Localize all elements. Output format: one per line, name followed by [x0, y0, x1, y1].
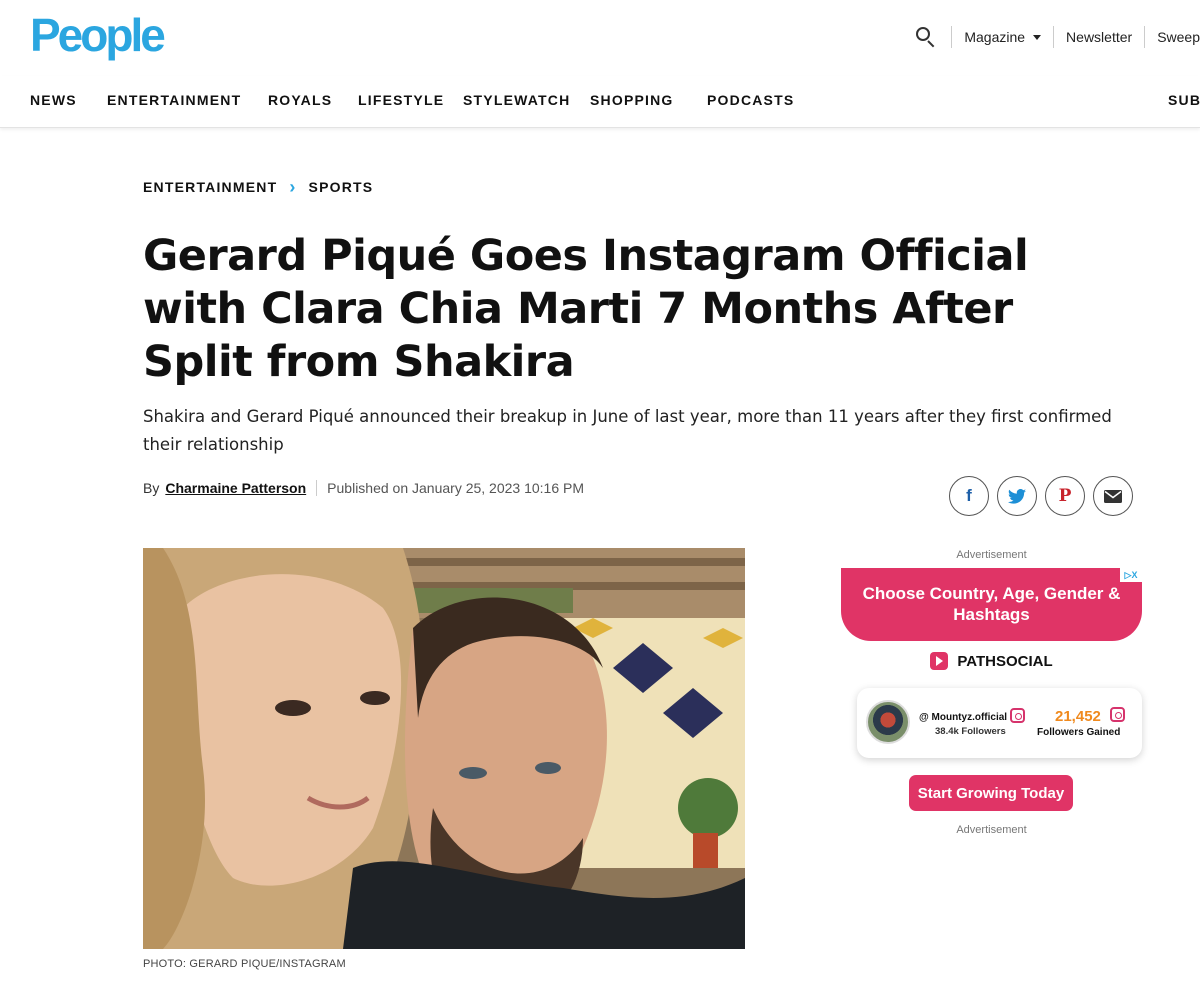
- caret-down-icon: [1033, 34, 1042, 40]
- adchoices-icon[interactable]: ▷X: [1120, 568, 1142, 582]
- ad-brand: PATHSOCIAL: [841, 652, 1142, 670]
- nav-news[interactable]: NEWS: [30, 92, 77, 108]
- share-email-button[interactable]: [1093, 476, 1133, 516]
- nav-subscribe[interactable]: SUB: [1168, 92, 1200, 108]
- photo-caption: PHOTO: GERARD PIQUE/INSTAGRAM: [143, 958, 346, 970]
- hero-photo: [143, 548, 745, 949]
- breadcrumb-entertainment[interactable]: ENTERTAINMENT: [143, 179, 277, 195]
- email-icon: [1104, 489, 1122, 503]
- ad-cta-button[interactable]: Start Growing Today: [909, 775, 1073, 811]
- twitter-icon: [1008, 488, 1026, 504]
- top-bar: People Magazine Newsletter Sweep: [0, 0, 1200, 76]
- nav-stylewatch[interactable]: STYLEWATCH: [463, 92, 570, 108]
- nav-entertainment[interactable]: ENTERTAINMENT: [107, 92, 241, 108]
- nav-royals[interactable]: ROYALS: [268, 92, 332, 108]
- nav-podcasts[interactable]: PODCASTS: [707, 92, 794, 108]
- avatar: [866, 700, 910, 744]
- ad-brand-name: PATHSOCIAL: [957, 652, 1053, 670]
- author-link[interactable]: Charmaine Patterson: [165, 480, 306, 496]
- pinterest-icon: P: [1058, 486, 1072, 506]
- top-right-links: Magazine Newsletter Sweep: [915, 22, 1200, 52]
- instagram-icon: [1010, 708, 1025, 723]
- magazine-label: Magazine: [964, 29, 1026, 45]
- breadcrumb-sports[interactable]: SPORTS: [309, 179, 374, 195]
- sweepstakes-link[interactable]: Sweep: [1145, 29, 1200, 45]
- search-icon[interactable]: [915, 26, 937, 48]
- main-nav: NEWS ENTERTAINMENT ROYALS LIFESTYLE STYL…: [0, 76, 1200, 128]
- newsletter-link[interactable]: Newsletter: [1054, 29, 1144, 45]
- ad-followers-gained-label: Followers Gained: [1037, 727, 1121, 738]
- couple-selfie-image: [143, 548, 745, 949]
- pathsocial-logo-icon: [930, 652, 949, 670]
- divider: [316, 480, 318, 496]
- ad-label-top: Advertisement: [956, 549, 1027, 561]
- article-headline: Gerard Piqué Goes Instagram Official wit…: [143, 231, 1029, 387]
- people-logo[interactable]: People: [30, 10, 166, 60]
- share-twitter-button[interactable]: [997, 476, 1037, 516]
- ad-label-bottom: Advertisement: [956, 824, 1027, 836]
- byline-prefix: By: [143, 480, 160, 496]
- ad-followers: 38.4k Followers: [935, 726, 1006, 737]
- magazine-menu[interactable]: Magazine: [952, 29, 1053, 45]
- publish-date: Published on January 25, 2023 10:16 PM: [327, 480, 585, 496]
- share-facebook-button[interactable]: f: [949, 476, 989, 516]
- chevron-right-icon: ›: [289, 177, 297, 197]
- nav-lifestyle[interactable]: LIFESTYLE: [358, 92, 444, 108]
- ad-headline[interactable]: Choose Country, Age, Gender & Hashtags: [841, 568, 1142, 641]
- ad-followers-gained-count: 21,452: [1055, 708, 1101, 725]
- facebook-icon: f: [966, 486, 972, 505]
- advertisement[interactable]: Choose Country, Age, Gender & Hashtags ▷…: [841, 568, 1142, 824]
- ad-handle: @ Mountyz.official: [919, 712, 1008, 723]
- ad-stat-card: @ Mountyz.official 38.4k Followers 21,45…: [857, 688, 1142, 758]
- breadcrumb: ENTERTAINMENT › SPORTS: [143, 177, 374, 197]
- nav-shopping[interactable]: SHOPPING: [590, 92, 674, 108]
- share-pinterest-button[interactable]: P: [1045, 476, 1085, 516]
- article-subheadline: Shakira and Gerard Piqué announced their…: [143, 407, 1112, 454]
- byline: By Charmaine Patterson Published on Janu…: [143, 480, 584, 496]
- instagram-icon: [1110, 707, 1125, 722]
